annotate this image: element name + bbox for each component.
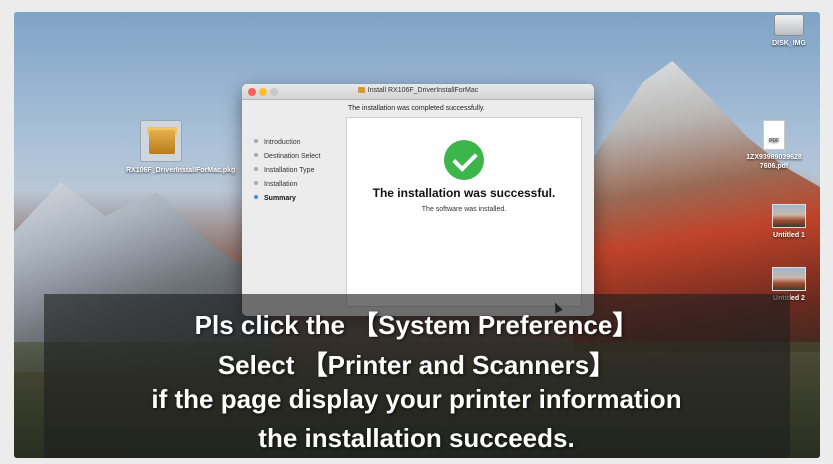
step-dot-icon (254, 181, 258, 185)
desktop-file-pkg[interactable]: RX106F_DriverInstallForMac.pkg (126, 120, 236, 175)
step-dot-icon (254, 167, 258, 171)
package-icon (357, 87, 365, 93)
desktop-screenshot-1-label: Untitled 1 (773, 232, 805, 239)
desktop-file-pdf-label: 1ZX93989039628 7606.pdf (746, 154, 802, 170)
image-thumbnail-icon (772, 204, 806, 228)
disk-icon (774, 14, 804, 36)
step-summary: Summary (254, 192, 320, 206)
step-label: Summary (264, 195, 296, 202)
caption-line-2: Select 【Printer and Scanners】 (217, 350, 616, 380)
window-title-text: Install RX106F_DriverInstallForMac (367, 87, 479, 94)
pdf-icon-label: PDF (769, 138, 779, 144)
step-introduction: Introduction (254, 136, 320, 150)
desktop-file-pkg-label: RX106F_DriverInstallForMac.pkg (126, 167, 236, 174)
installer-titlebar[interactable]: Install RX106F_DriverInstallForMac (242, 84, 594, 100)
installer-window: Install RX106F_DriverInstallForMac The i… (242, 84, 594, 316)
step-installation: Installation (254, 178, 320, 192)
step-dot-icon (254, 195, 258, 199)
step-dot-icon (254, 139, 258, 143)
installer-subheading: The installation was completed successfu… (348, 105, 485, 112)
pdf-icon: PDF (763, 120, 785, 150)
success-heading: The installation was successful. (372, 186, 556, 200)
step-installation-type: Installation Type (254, 164, 320, 178)
desktop-screenshot-1[interactable]: Untitled 1 (766, 204, 812, 240)
step-label: Installation (264, 181, 298, 188)
caption-line-1: Pls click the 【System Preference】 (194, 310, 639, 340)
package-icon (140, 120, 182, 162)
image-thumbnail-icon (772, 267, 806, 291)
video-frame: RX106F_DriverInstallForMac.pkg DISK_IMG … (0, 0, 833, 464)
desktop-file-pdf[interactable]: PDF 1ZX93989039628 7606.pdf (736, 120, 812, 171)
window-title: Install RX106F_DriverInstallForMac (242, 87, 594, 94)
step-destination-select: Destination Select (254, 150, 320, 164)
checkmark-icon (444, 140, 484, 180)
caption-line-3: if the page display your printer informa… (151, 384, 682, 414)
step-label: Introduction (264, 139, 301, 146)
caption-line-4: the installation succeeds. (258, 423, 575, 453)
step-label: Destination Select (264, 153, 321, 160)
success-detail: The software was installed. (421, 206, 507, 213)
installer-content-pane: The installation was successful. The sof… (346, 117, 582, 307)
installer-steps: Introduction Destination Select Installa… (254, 136, 320, 206)
step-dot-icon (254, 153, 258, 157)
step-label: Installation Type (264, 167, 315, 174)
desktop-disk-label: DISK_IMG (772, 40, 806, 47)
desktop-disk[interactable]: DISK_IMG (766, 14, 812, 48)
